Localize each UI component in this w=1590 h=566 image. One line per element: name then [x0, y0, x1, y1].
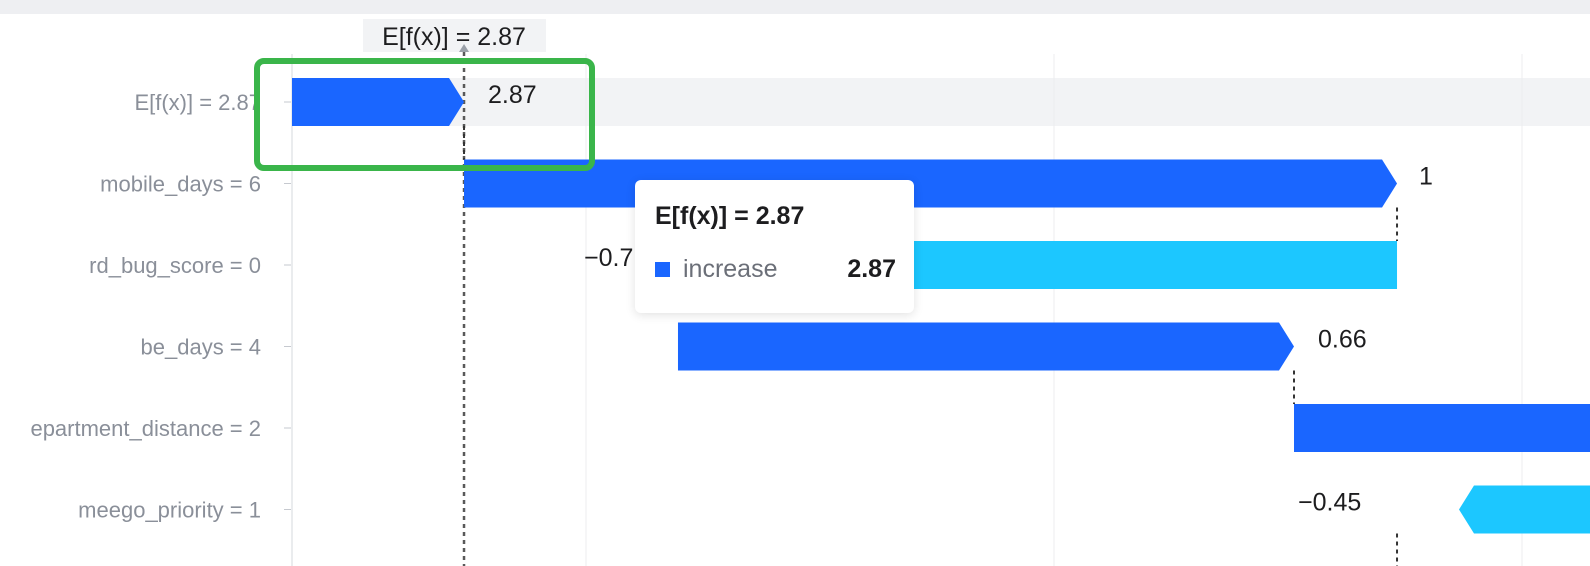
- tooltip-series-name: increase: [683, 255, 778, 283]
- bar-value-label: 1: [1419, 163, 1433, 191]
- category-label: mobile_days = 6: [100, 172, 261, 197]
- bar-value-label: −0.45: [1298, 489, 1361, 517]
- category-label: epartment_distance = 2: [30, 416, 261, 441]
- category-label: meego_priority = 1: [78, 498, 261, 523]
- base-value-label: E[f(x)] = 2.87: [382, 23, 526, 51]
- waterfall-bar: [464, 159, 1398, 208]
- row-highlight-band: [292, 78, 1590, 126]
- category-label: rd_bug_score = 0: [89, 253, 261, 278]
- tooltip-title: E[f(x)] = 2.87: [655, 202, 805, 230]
- chart-tooltip: E[f(x)] = 2.87 increase 2.87: [635, 180, 914, 313]
- category-label: E[f(x)] = 2.87: [134, 90, 261, 115]
- category-label: be_days = 4: [141, 335, 261, 360]
- bar-value-label: 0.66: [1318, 326, 1367, 354]
- waterfall-bar: [292, 78, 465, 126]
- waterfall-bar: [1459, 485, 1590, 534]
- tooltip-value: 2.87: [847, 255, 896, 283]
- waterfall-bar: [1294, 404, 1590, 452]
- bar-value-label: −0.7: [584, 244, 633, 272]
- tooltip-row: increase 2.87: [655, 255, 896, 284]
- waterfall-bar: [677, 322, 1294, 371]
- tooltip-swatch: [655, 262, 670, 277]
- bar-value-label: 2.87: [488, 81, 537, 109]
